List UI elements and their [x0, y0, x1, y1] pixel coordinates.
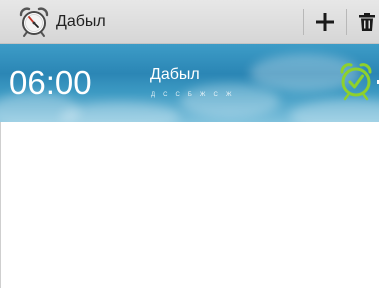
alarm-name: Дабыл — [150, 66, 200, 83]
cloud-decoration — [180, 84, 280, 118]
app-title: Дабыл — [56, 13, 106, 30]
plus-icon — [316, 13, 334, 31]
alarm-on-icon[interactable] — [339, 62, 379, 104]
action-divider — [303, 9, 304, 35]
alarm-time: 06:00 — [9, 64, 92, 101]
alarm-app-screen: Дабыл 06:00 Дабыл Д С С Б Ж С Ж — [0, 0, 379, 288]
alarm-item[interactable]: 06:00 Дабыл Д С С Б Ж С Ж — [0, 44, 379, 122]
alarm-clock-icon[interactable] — [18, 6, 50, 38]
action-bar: Дабыл — [0, 0, 379, 44]
trash-icon — [358, 13, 375, 31]
cloud-decoration — [60, 102, 180, 122]
delete-alarm-button[interactable] — [354, 6, 379, 38]
alarm-list-empty-area — [0, 122, 379, 288]
alarm-repeat-days: Д С С Б Ж С Ж — [151, 92, 235, 98]
add-alarm-button[interactable] — [310, 6, 340, 38]
action-divider — [346, 9, 347, 35]
